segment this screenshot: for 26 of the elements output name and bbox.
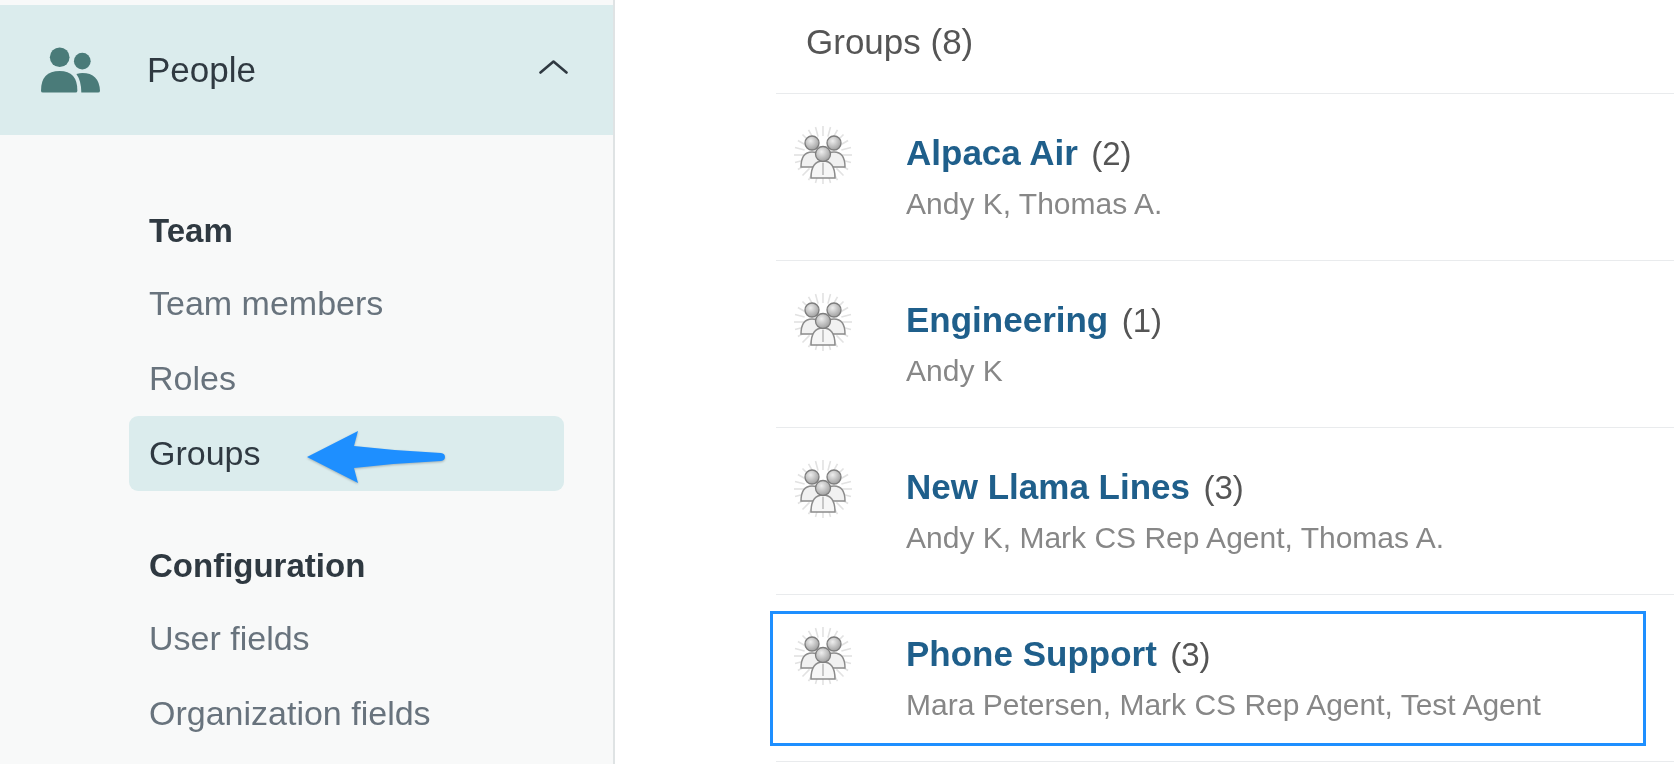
- group-name-link[interactable]: New Llama Lines: [906, 467, 1190, 506]
- member-list: Andy K: [906, 351, 1163, 391]
- member-list: Mara Petersen, Mark CS Rep Agent, Test Agent: [906, 685, 1541, 725]
- people-group-icon: [792, 290, 854, 354]
- people-group-icon: [792, 123, 854, 187]
- nav-item[interactable]: Roles: [129, 341, 564, 416]
- group-name-link[interactable]: Phone Support: [906, 634, 1157, 673]
- member-count: (1): [1121, 302, 1163, 339]
- member-count: (2): [1091, 135, 1132, 172]
- nav-item[interactable]: Organization fields: [129, 676, 564, 751]
- nav-section-heading: Team: [148, 211, 234, 251]
- nav-item[interactable]: Groups: [129, 416, 564, 491]
- group-name-link[interactable]: Engineering: [906, 300, 1109, 339]
- member-list: Andy K, Mark CS Rep Agent, Thomas A.: [906, 518, 1445, 558]
- nav-item[interactable]: User fields: [129, 601, 564, 676]
- people-group-icon: [792, 624, 854, 688]
- nav-section-heading: Configuration: [148, 546, 367, 586]
- member-count: (3): [1203, 469, 1244, 506]
- people-section-header[interactable]: People: [0, 5, 613, 135]
- nav-item[interactable]: Team members: [129, 266, 564, 341]
- member-count: (3): [1170, 636, 1211, 673]
- member-list: Andy K, Thomas A.: [906, 184, 1163, 224]
- people-group-icon: [792, 457, 854, 521]
- list-title: Groups (8): [776, 0, 1674, 94]
- group-name-link[interactable]: Alpaca Air: [906, 133, 1078, 172]
- people-icon: [41, 47, 100, 93]
